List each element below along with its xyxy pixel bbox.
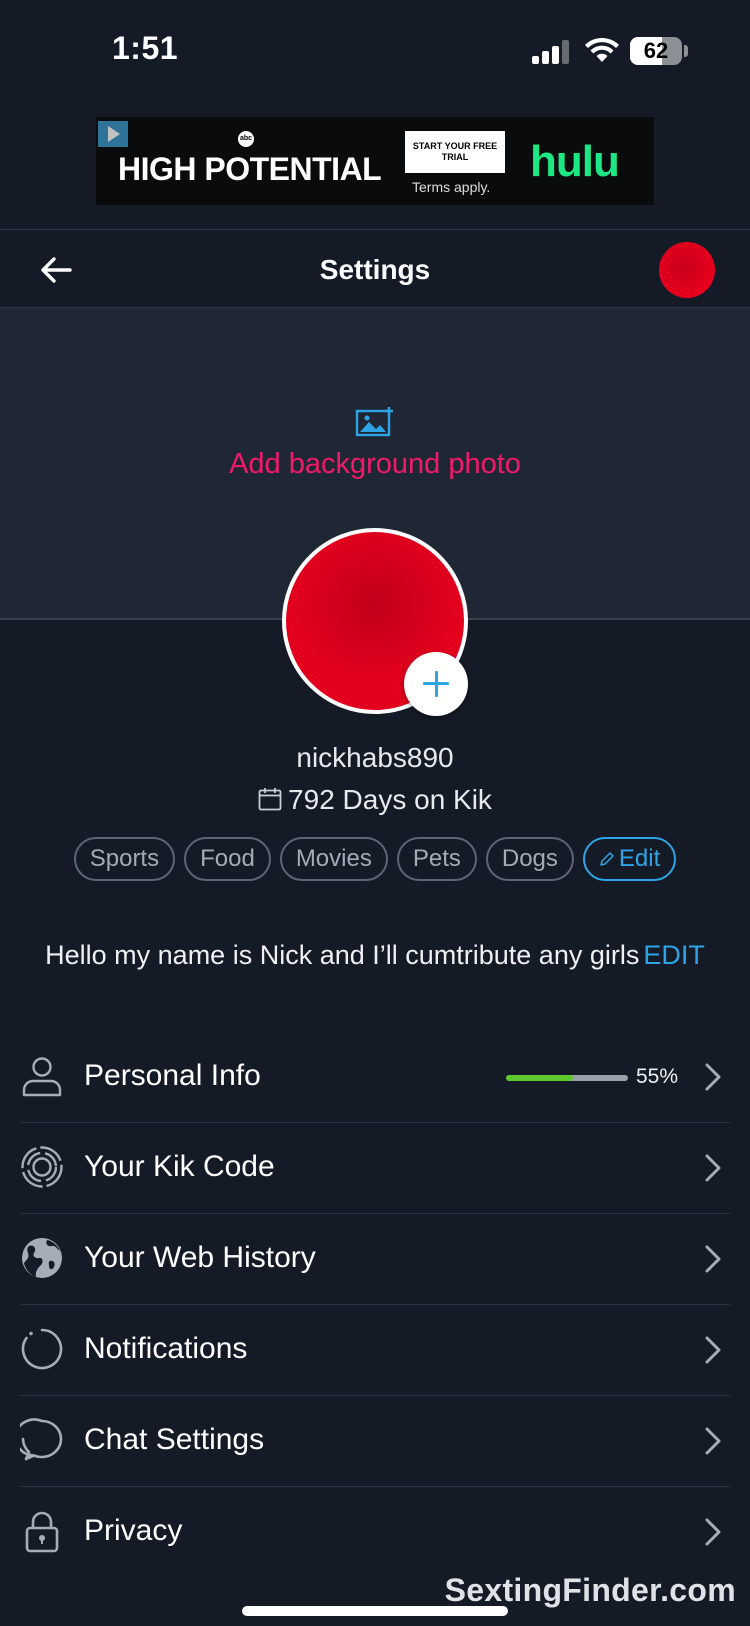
status-bar: 1:51 62 — [0, 0, 750, 105]
menu-item-label: Privacy — [84, 1514, 183, 1547]
interest-tag[interactable]: Dogs — [485, 837, 574, 881]
chevron-right-icon — [705, 1154, 721, 1182]
kik-code-icon — [21, 1146, 63, 1188]
days-on-kik-label: 792 Days on Kik — [288, 784, 492, 815]
ad-title: HIGH POTENTIAL — [118, 151, 382, 187]
edit-interests-button[interactable]: Edit — [582, 837, 677, 881]
menu-item-label: Your Web History — [84, 1241, 316, 1274]
menu-item-notifications[interactable]: Notifications — [20, 1305, 730, 1396]
nav-avatar[interactable] — [659, 242, 715, 298]
notification-ring-icon — [21, 1328, 63, 1370]
ad-banner[interactable]: abc HIGH POTENTIAL START YOUR FREE TRIAL… — [96, 117, 654, 205]
edit-interests-label: Edit — [618, 845, 661, 872]
pencil-icon — [600, 852, 614, 866]
bio: Hello my name is Nick and I’ll cumtribut… — [0, 940, 750, 971]
chevron-right-icon — [705, 1245, 721, 1273]
username: nickhabs890 — [296, 742, 454, 773]
ad-cta-button[interactable]: START YOUR FREE TRIAL — [405, 131, 505, 173]
profile-completion-percent: 55% — [636, 1065, 679, 1088]
menu-item-privacy[interactable]: Privacy — [20, 1487, 730, 1578]
person-icon — [22, 1057, 62, 1097]
settings-menu: Personal Info 55% Your Kik Code Your Web… — [20, 1032, 730, 1578]
menu-item-kik-code[interactable]: Your Kik Code — [20, 1123, 730, 1214]
wifi-icon — [585, 37, 619, 62]
status-time: 1:51 — [112, 30, 179, 66]
edit-bio-link[interactable]: EDIT — [643, 940, 705, 970]
ad-network-logo: abc — [238, 131, 254, 147]
interest-tags: Sports Food Movies Pets Dogs Edit — [0, 837, 750, 881]
add-profile-photo-button[interactable] — [404, 652, 468, 716]
menu-item-web-history[interactable]: Your Web History — [20, 1214, 730, 1305]
menu-item-label: Chat Settings — [84, 1423, 265, 1456]
menu-item-personal-info[interactable]: Personal Info 55% — [20, 1032, 730, 1123]
ad-cta-label: START YOUR FREE TRIAL — [412, 141, 498, 162]
ad-choices-icon[interactable] — [98, 121, 128, 147]
interest-tag[interactable]: Pets — [396, 837, 477, 881]
chevron-right-icon — [705, 1518, 721, 1546]
interest-tag[interactable]: Movies — [279, 837, 388, 881]
menu-item-label: Notifications — [84, 1332, 248, 1365]
chat-bubble-icon — [20, 1418, 63, 1461]
days-on-kik: 792 Days on Kik — [0, 784, 750, 816]
cellular-signal-icon — [532, 40, 572, 64]
menu-item-label: Personal Info — [84, 1059, 261, 1092]
navigation-bar: Settings — [0, 229, 750, 308]
menu-item-chat-settings[interactable]: Chat Settings — [20, 1396, 730, 1487]
interest-tag[interactable]: Sports — [73, 837, 176, 881]
battery-level: 62 — [643, 38, 669, 63]
globe-icon — [22, 1238, 62, 1278]
profile-completion-bar — [506, 1075, 628, 1081]
calendar-icon — [258, 788, 282, 811]
add-photo-icon[interactable] — [355, 406, 395, 438]
page-title: Settings — [319, 254, 431, 285]
chevron-right-icon — [705, 1336, 721, 1364]
chevron-right-icon — [705, 1427, 721, 1455]
menu-item-label: Your Kik Code — [84, 1150, 275, 1183]
add-background-photo-link[interactable]: Add background photo — [0, 448, 750, 481]
battery-cap — [684, 45, 688, 57]
ad-terms: Terms apply. — [412, 179, 491, 195]
home-indicator[interactable] — [242, 1606, 508, 1616]
watermark: SextingFinder.com — [444, 1572, 736, 1608]
bio-text: Hello my name is Nick and I’ll cumtribut… — [45, 940, 640, 970]
lock-icon — [25, 1511, 59, 1553]
battery-icon: 62 — [630, 37, 682, 65]
interest-tag[interactable]: Food — [184, 837, 271, 881]
chevron-right-icon — [705, 1063, 721, 1091]
ad-brand-logo: hulu — [530, 137, 620, 186]
